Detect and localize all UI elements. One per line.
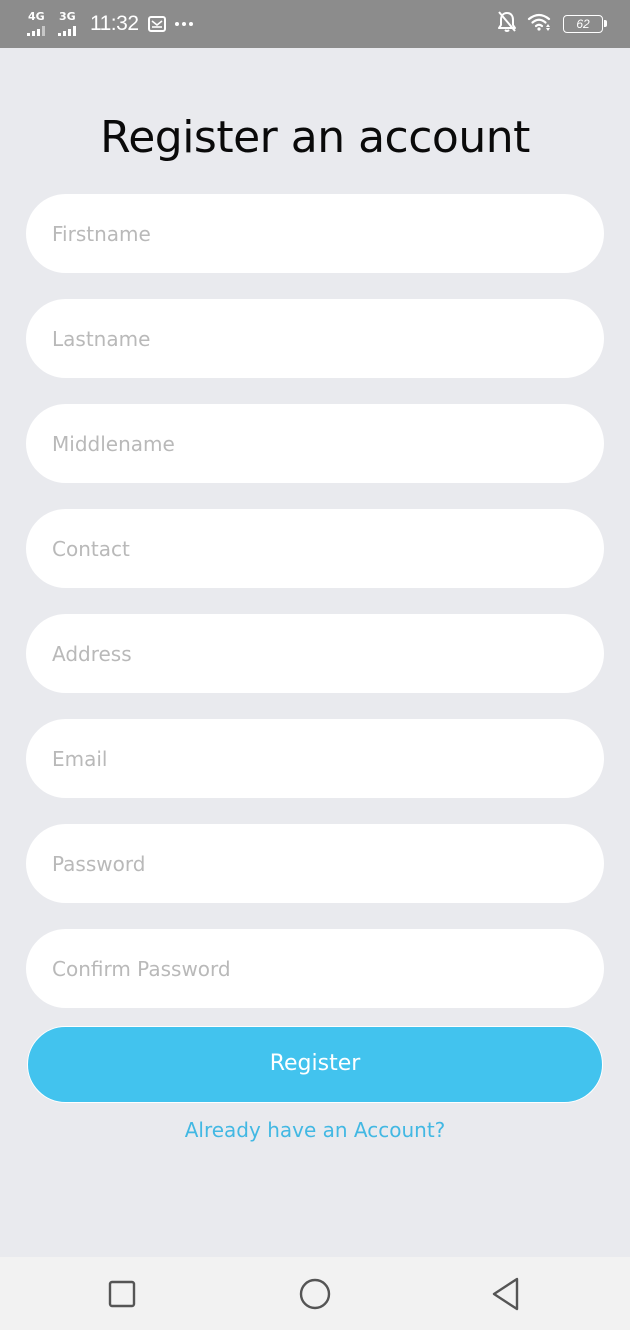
page-title: Register an account (100, 112, 530, 163)
navigation-bar (0, 1257, 630, 1330)
wifi-icon (527, 12, 553, 36)
back-button[interactable] (466, 1257, 546, 1330)
contact-input[interactable] (26, 509, 604, 588)
status-bar-right: 62 (497, 0, 607, 48)
address-input[interactable] (26, 614, 604, 693)
recent-apps-icon (108, 1280, 136, 1307)
home-icon (299, 1278, 331, 1309)
status-bar-left: 4G 3G 11:32 (27, 0, 193, 48)
firstname-input[interactable] (26, 194, 604, 273)
register-form (26, 194, 604, 1034)
recent-apps-button[interactable] (82, 1257, 162, 1330)
register-button[interactable]: Register (27, 1026, 603, 1103)
more-dots-icon (174, 22, 193, 26)
signal-icon: 4G (27, 11, 51, 37)
login-link[interactable]: Already have an Account? (0, 1114, 630, 1146)
back-icon (492, 1277, 519, 1310)
message-icon (147, 16, 166, 32)
lastname-input[interactable] (26, 299, 604, 378)
status-time: 11:32 (90, 12, 139, 35)
password-input[interactable] (26, 824, 604, 903)
battery-level: 62 (576, 17, 590, 31)
network-type-label: 3G (59, 10, 76, 23)
middlename-input[interactable] (26, 404, 604, 483)
email-input[interactable] (26, 719, 604, 798)
signal-icon: 3G (58, 11, 82, 37)
bell-off-icon (497, 11, 517, 37)
status-bar: 4G 3G 11:32 62 (0, 0, 630, 48)
home-button[interactable] (275, 1257, 355, 1330)
network-type-label: 4G (28, 10, 45, 23)
confirm-password-input[interactable] (26, 929, 604, 1008)
battery-icon: 62 (563, 15, 607, 33)
